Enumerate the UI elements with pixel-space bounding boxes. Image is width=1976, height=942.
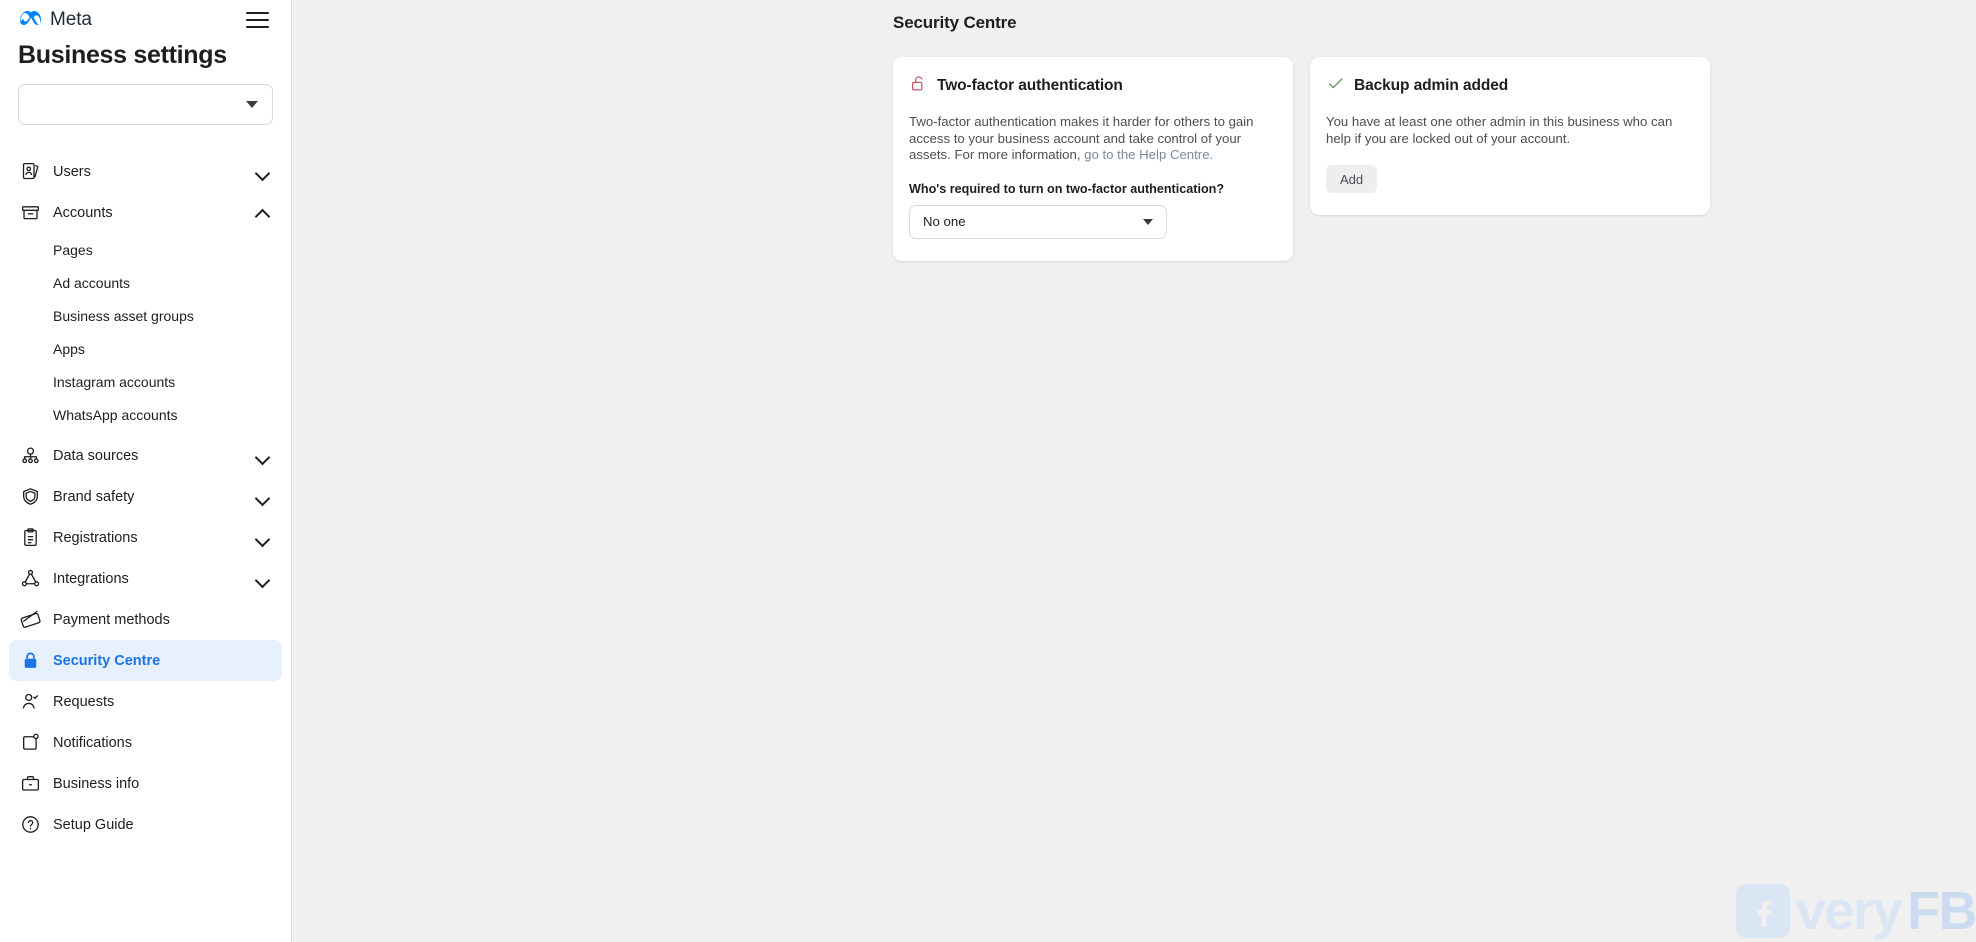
chevron-down-icon[interactable]	[256, 449, 270, 463]
main-content: Security Centre Two-factor authenticatio…	[292, 0, 1976, 942]
users-icon	[18, 160, 42, 184]
clipboard-icon	[18, 526, 42, 550]
data-sources-icon	[18, 444, 42, 468]
notification-bell-icon	[18, 731, 42, 755]
card-two-factor-authentication: Two-factor authentication Two-factor aut…	[893, 57, 1293, 261]
chevron-down-icon[interactable]	[256, 572, 270, 586]
sidebar-subitem-apps[interactable]: Apps	[9, 332, 282, 365]
credit-card-icon	[18, 608, 42, 632]
sidebar-item-business-info[interactable]: Business info	[9, 763, 282, 804]
watermark-text-fb: FB	[1907, 881, 1976, 941]
chevron-down-icon[interactable]	[256, 531, 270, 545]
card-title: Two-factor authentication	[937, 77, 1123, 94]
sidebar-item-label: Notifications	[53, 734, 132, 751]
lock-icon	[18, 649, 42, 673]
security-cards-container: Two-factor authentication Two-factor aut…	[292, 33, 1976, 261]
chevron-up-icon[interactable]	[256, 206, 270, 220]
sidebar-item-label: Payment methods	[53, 611, 170, 628]
chevron-down-icon[interactable]	[256, 165, 270, 179]
sidebar-item-users[interactable]: Users	[9, 151, 282, 192]
sidebar-item-label: Business info	[53, 775, 140, 792]
shield-icon	[18, 485, 42, 509]
sidebar-item-label: Setup Guide	[53, 816, 134, 833]
sidebar-item-accounts[interactable]: Accounts	[9, 192, 282, 233]
sidebar-item-setup-guide[interactable]: Setup Guide	[9, 804, 282, 845]
sidebar-item-payment-methods[interactable]: Payment methods	[9, 599, 282, 640]
sidebar: Meta Business settings Users Accounts Pa…	[0, 0, 292, 942]
sidebar-item-requests[interactable]: Requests	[9, 681, 282, 722]
two-factor-field-label: Who's required to turn on two-factor aut…	[909, 181, 1225, 196]
sidebar-nav: Users Accounts Pages Ad accounts Busines…	[0, 151, 291, 845]
sidebar-subitem-pages[interactable]: Pages	[9, 233, 282, 266]
sidebar-item-label: Accounts	[53, 204, 113, 221]
sidebar-item-label: Users	[53, 163, 91, 180]
integrations-node-icon	[18, 567, 42, 591]
sidebar-item-label: Security Centre	[53, 652, 161, 669]
business-selector-dropdown[interactable]	[18, 84, 273, 125]
chevron-down-icon	[1143, 218, 1153, 225]
card-description: You have at least one other admin in thi…	[1326, 114, 1673, 146]
select-value: No one	[923, 214, 966, 229]
person-check-icon	[18, 690, 42, 714]
question-circle-icon	[18, 813, 42, 837]
accounts-box-icon	[18, 201, 42, 225]
sidebar-item-security-centre[interactable]: Security Centre	[9, 640, 282, 681]
sidebar-subitem-ad-accounts[interactable]: Ad accounts	[9, 266, 282, 299]
sidebar-item-label: Integrations	[53, 570, 129, 587]
sidebar-header: Meta	[0, 0, 291, 34]
check-icon	[1326, 74, 1345, 98]
card-backup-admin-added: Backup admin added You have at least one…	[1310, 57, 1710, 215]
sidebar-item-integrations[interactable]: Integrations	[9, 558, 282, 599]
sidebar-subitem-instagram-accounts[interactable]: Instagram accounts	[9, 365, 282, 398]
card-header: Backup admin added	[1326, 74, 1694, 98]
app-root: Meta Business settings Users Accounts Pa…	[0, 0, 1976, 942]
watermark: very FB	[1735, 881, 1976, 941]
sidebar-item-label: Registrations	[53, 529, 138, 546]
hamburger-menu-icon[interactable]	[246, 11, 269, 29]
two-factor-requirement-select[interactable]: No one	[909, 204, 1167, 239]
meta-logo[interactable]: Meta	[18, 9, 92, 32]
meta-wordmark: Meta	[50, 9, 92, 30]
sidebar-item-notifications[interactable]: Notifications	[9, 722, 282, 763]
card-title: Backup admin added	[1354, 77, 1509, 94]
sidebar-item-data-sources[interactable]: Data sources	[9, 435, 282, 476]
help-centre-link[interactable]: go to the Help Centre.	[1084, 147, 1213, 162]
page-title-business-settings: Business settings	[18, 41, 227, 69]
sidebar-item-label: Brand safety	[53, 488, 135, 505]
card-description: Two-factor authentication makes it harde…	[909, 114, 1277, 164]
unlock-icon	[909, 74, 928, 98]
meta-infinity-icon	[18, 9, 44, 32]
watermark-text-very: very	[1795, 881, 1903, 941]
sidebar-subitem-whatsapp-accounts[interactable]: WhatsApp accounts	[9, 398, 282, 431]
sidebar-subitem-business-asset-groups[interactable]: Business asset groups	[9, 299, 282, 332]
chevron-down-icon	[246, 101, 258, 108]
sidebar-item-brand-safety[interactable]: Brand safety	[9, 476, 282, 517]
page-title: Security Centre	[893, 13, 1017, 32]
sidebar-item-label: Requests	[53, 693, 115, 710]
briefcase-icon	[18, 772, 42, 796]
chevron-down-icon[interactable]	[256, 490, 270, 504]
add-backup-admin-button[interactable]: Add	[1326, 165, 1378, 193]
sidebar-item-label: Data sources	[53, 447, 139, 464]
facebook-f-icon	[1735, 884, 1790, 938]
card-header: Two-factor authentication	[909, 74, 1277, 98]
sidebar-item-registrations[interactable]: Registrations	[9, 517, 282, 558]
